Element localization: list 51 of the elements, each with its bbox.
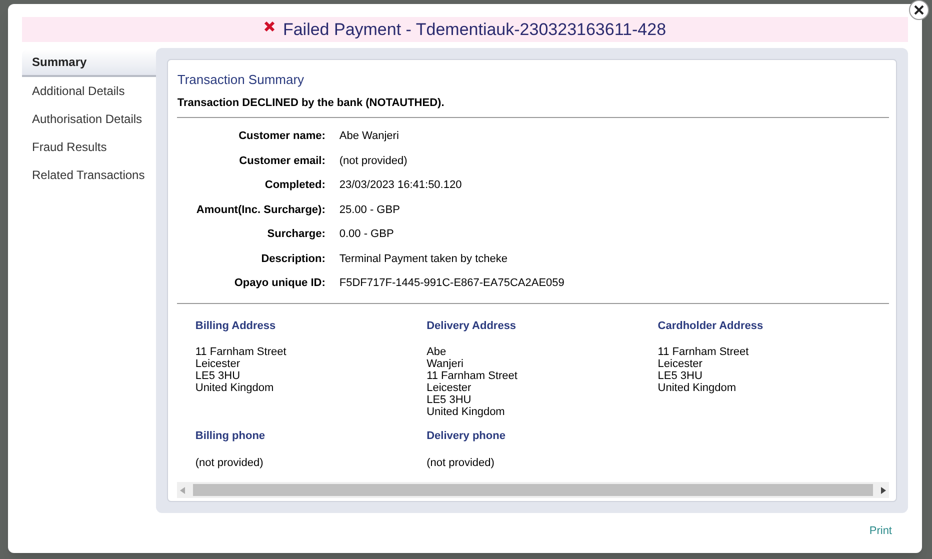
- address-heading: Cardholder Address: [658, 318, 764, 334]
- address-line: (not provided): [426, 456, 496, 468]
- address-heading: Delivery Address: [426, 318, 518, 334]
- sidebar-tab[interactable]: Related Transactions: [22, 161, 156, 189]
- field-label: Customer email:: [238, 154, 326, 168]
- cross-icon: [264, 21, 275, 32]
- address-line: LE5 3HU: [195, 370, 242, 382]
- sidebar-tab[interactable]: Additional Details: [22, 77, 156, 105]
- address-line: United Kingdom: [195, 382, 275, 394]
- decline-message: Transaction DECLINED by the bank (NOTAUTHED).: [177, 96, 446, 110]
- scroll-right-icon[interactable]: [881, 486, 886, 494]
- address-line: 11 Farnham Street: [426, 370, 518, 382]
- address-line: LE5 3HU: [658, 370, 704, 382]
- field-value: (not provided): [339, 154, 408, 168]
- address-line: Abe: [426, 346, 448, 358]
- address-line: Leicester: [195, 358, 242, 370]
- field-value: Terminal Payment taken by tcheke: [339, 252, 509, 266]
- address-line: Leicester: [658, 358, 704, 370]
- field-label: Amount(Inc. Surcharge):: [195, 202, 326, 218]
- scrollbar-thumb[interactable]: [193, 484, 873, 496]
- print-link[interactable]: Print: [869, 523, 892, 540]
- address-line: Leicester: [426, 382, 472, 394]
- sidebar-tab[interactable]: Summary: [22, 49, 156, 77]
- address-line: LE5 3HU: [426, 394, 472, 406]
- sidebar-tab[interactable]: Authorisation Details: [22, 105, 156, 133]
- dialog-title: Failed Payment - Tdementiauk-230323163611-428: [282, 18, 666, 41]
- close-icon: [914, 5, 924, 15]
- field-value: 25.00 - GBP: [339, 202, 401, 218]
- field-value: 0.00 - GBP: [339, 227, 395, 242]
- address-line: (not provided): [195, 456, 264, 468]
- address-heading: Delivery phone: [426, 429, 506, 444]
- section-heading: Transaction Summary: [177, 71, 306, 89]
- sidebar-tab[interactable]: Fraud Results: [22, 133, 156, 161]
- address-heading: Billing phone: [195, 429, 266, 444]
- address-line: United Kingdom: [658, 382, 738, 394]
- field-value: 23/03/2023 16:41:50.120: [339, 178, 463, 193]
- address-line: Wanjeri: [426, 358, 464, 370]
- address-line: United Kingdom: [426, 406, 506, 418]
- address-heading: Billing Address: [195, 318, 277, 334]
- scroll-left-icon[interactable]: [180, 486, 186, 494]
- address-line: 11 Farnham Street: [658, 346, 750, 358]
- close-button[interactable]: [909, 0, 929, 20]
- field-label: Completed:: [264, 178, 326, 193]
- horizontal-scrollbar[interactable]: [177, 482, 889, 498]
- field-label: Surcharge:: [266, 227, 326, 242]
- field-value: F5DF717F-1445-991C-E867-EA75CA2AE059: [339, 276, 566, 291]
- address-line: 11 Farnham Street: [195, 346, 288, 358]
- field-label: Customer name:: [238, 129, 326, 144]
- field-label: Opayo unique ID:: [233, 276, 326, 291]
- field-label: Description:: [260, 252, 326, 266]
- field-value: Abe Wanjeri: [339, 129, 400, 144]
